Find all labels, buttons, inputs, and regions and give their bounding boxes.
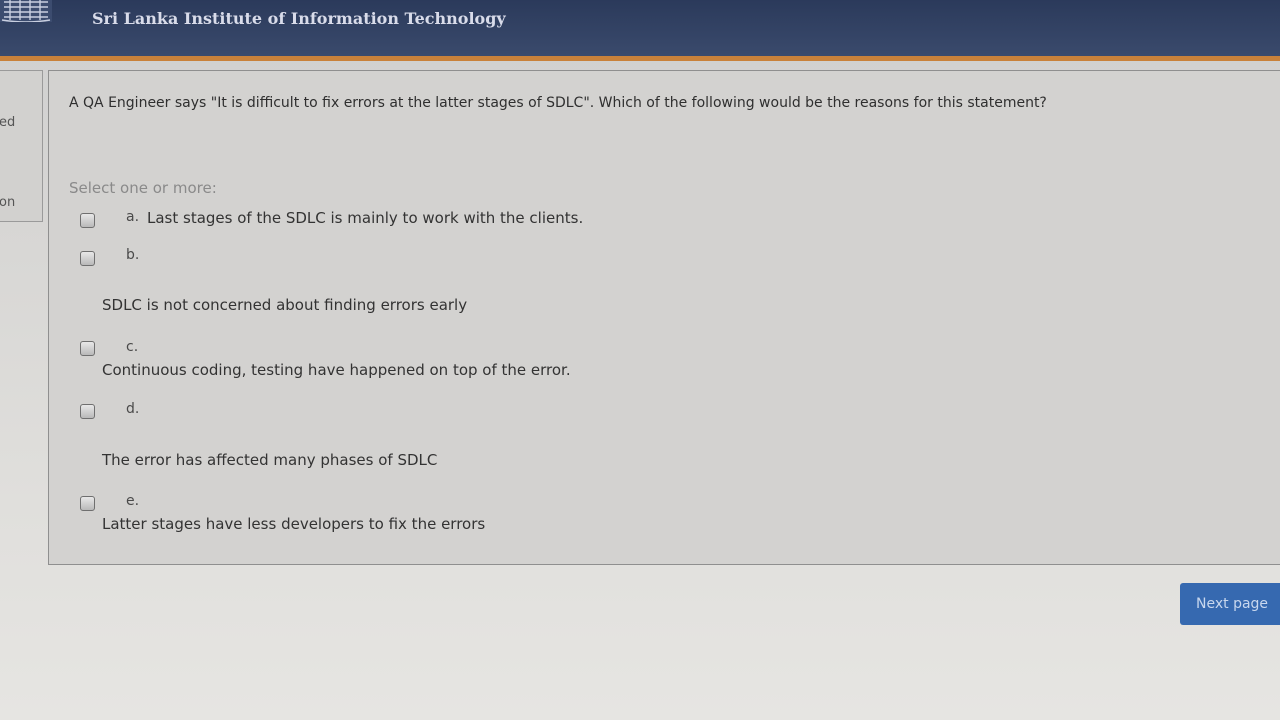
option-a-letter: a. [126,209,140,225]
option-c-checkbox[interactable] [80,341,95,356]
sidebar-panel[interactable]: ed on [0,70,43,222]
option-c-text: Continuous coding, testing have happened… [102,361,571,379]
option-b-letter: b. [126,247,140,263]
sidebar-text-fragment: ed [0,115,16,130]
select-prompt: Select one or more: [69,179,217,197]
option-b-text: SDLC is not concerned about finding erro… [102,296,468,314]
option-d-letter: d. [126,401,140,417]
option-e-letter: e. [126,493,140,509]
next-page-button[interactable]: Next page [1180,583,1280,625]
option-d-text: The error has affected many phases of SD… [102,451,438,469]
site-header: Sri Lanka Institute of Information Techn… [0,0,1280,61]
question-container: A QA Engineer says "It is difficult to f… [48,70,1280,565]
option-c-letter: c. [126,339,139,355]
institute-logo-icon [0,0,52,22]
option-a-text: Last stages of the SDLC is mainly to wor… [147,209,584,227]
option-a-checkbox[interactable] [80,213,95,228]
question-text: A QA Engineer says "It is difficult to f… [69,95,1047,111]
option-e-text: Latter stages have less developers to fi… [102,515,486,533]
site-title: Sri Lanka Institute of Information Techn… [92,9,506,28]
sidebar-text-fragment: on [0,195,16,210]
quiz-page: Sri Lanka Institute of Information Techn… [0,0,1280,720]
option-b-checkbox[interactable] [80,251,95,266]
option-e-checkbox[interactable] [80,496,95,511]
option-d-checkbox[interactable] [80,404,95,419]
